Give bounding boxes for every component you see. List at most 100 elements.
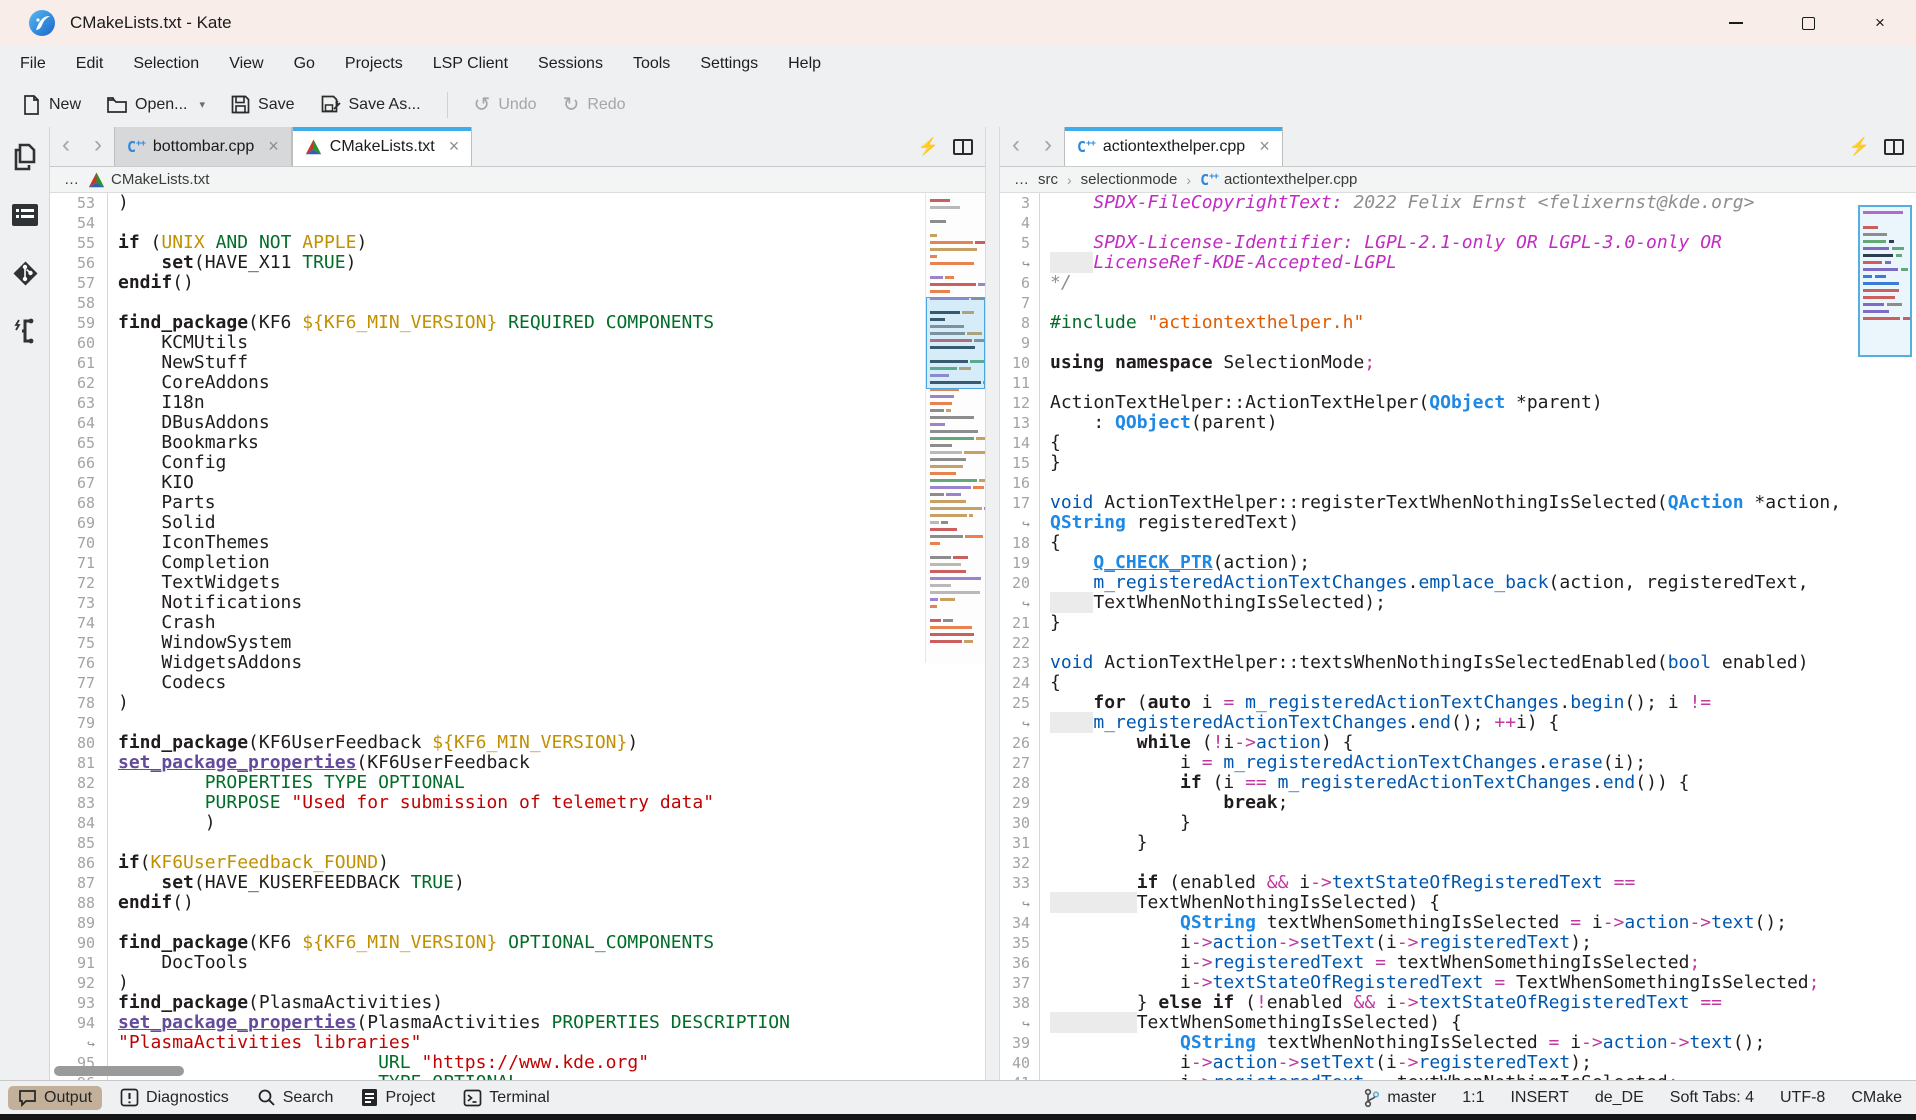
sidebar-item-git[interactable] [9,257,41,289]
project-list-icon [10,202,40,228]
code-row: 38 } else if (!enabled && i->textStateOf… [1000,993,1916,1013]
left-editor[interactable]: 53)5455if (UNIX AND NOT APPLE)56 set(HAV… [50,193,985,1080]
save-as-button[interactable]: Save As... [321,95,421,114]
left-minimap[interactable] [925,193,985,663]
menu-item-tools[interactable]: Tools [633,55,670,73]
open-button[interactable]: Open...▾ [107,96,205,114]
code-line: m_registeredActionTextChanges.end(); ++i… [1040,713,1559,733]
left-history-forward-icon[interactable]: › [82,127,114,166]
line-number: 53 [50,193,108,213]
status-cmake[interactable]: CMake [1851,1089,1902,1107]
code-row: 20 m_registeredActionTextChanges.emplace… [1000,573,1916,593]
line-number: 66 [50,453,108,473]
split-view-icon[interactable] [1884,139,1904,155]
tab-actiontexthelper-cpp[interactable]: C++actiontexthelper.cpp× [1064,127,1283,166]
close-icon[interactable]: × [268,136,279,157]
undo-button[interactable]: ↺Undo [474,95,537,115]
status-toolview-label: Terminal [489,1089,549,1107]
close-button[interactable]: × [1844,0,1916,46]
menu-item-go[interactable]: Go [294,55,315,73]
menu-item-edit[interactable]: Edit [76,55,104,73]
code-line: set_package_properties(PlasmaActivities … [108,1013,790,1033]
menu-item-projects[interactable]: Projects [345,55,403,73]
right-crumb-[interactable]: … [1014,171,1029,188]
status-1-1[interactable]: 1:1 [1462,1089,1484,1107]
menu-item-help[interactable]: Help [788,55,821,73]
minimize-button[interactable] [1700,0,1772,46]
line-number: ↪ [1000,713,1040,733]
tab-bottombar-cpp[interactable]: C++bottombar.cpp× [114,127,292,166]
code-line: SPDX-FileCopyrightText: 2022 Felix Ernst… [1040,193,1754,213]
line-number: 20 [1000,573,1040,593]
split-view-icon[interactable] [953,139,973,155]
code-line: { [1040,533,1061,553]
left-history-back-icon[interactable]: ‹ [50,127,82,166]
right-crumb-selectionmode[interactable]: selectionmode [1081,171,1178,188]
status-toolview-search[interactable]: Search [247,1085,344,1110]
symbols-icon [11,316,39,346]
right-crumb-actiontexthelper-cpp[interactable]: C++actiontexthelper.cpp [1200,171,1357,189]
menu-item-sessions[interactable]: Sessions [538,55,603,73]
menu-item-lsp-client[interactable]: LSP Client [433,55,508,73]
status-insert[interactable]: INSERT [1510,1089,1568,1107]
code-line: } [1040,613,1061,633]
code-row: 78) [50,693,985,713]
right-history-forward-icon[interactable]: › [1032,127,1064,166]
menu-item-file[interactable]: File [20,55,46,73]
maximize-button[interactable] [1772,0,1844,46]
project-doc-icon [361,1088,378,1107]
close-icon[interactable]: × [1259,136,1270,157]
menu-item-settings[interactable]: Settings [700,55,758,73]
tab-cmakelists-txt[interactable]: CMakeLists.txt× [292,127,472,166]
left-crumb-[interactable]: … [64,171,79,188]
quick-open-icon[interactable]: ⚡ [918,137,939,157]
right-editor[interactable]: 3 SPDX-FileCopyrightText: 2022 Felix Ern… [1000,193,1916,1080]
code-line: TextWhenSomethingIsSelected) { [1040,1013,1462,1033]
status-utf-8[interactable]: UTF-8 [1780,1089,1825,1107]
line-number: 3 [1000,193,1040,213]
pane-splitter[interactable] [985,127,1000,1080]
crumb-label: actiontexthelper.cpp [1224,171,1357,188]
redo-button[interactable]: ↻Redo [563,95,626,115]
right-crumb-src[interactable]: src [1038,171,1058,188]
status-toolview-project[interactable]: Project [351,1085,445,1110]
left-crumb-cmakelists-txt[interactable]: CMakeLists.txt [88,171,209,188]
status-toolview-terminal[interactable]: Terminal [453,1086,559,1110]
crumb-label: src [1038,171,1058,188]
menu-item-view[interactable]: View [229,55,263,73]
status-master[interactable]: master [1363,1088,1436,1108]
status-toolview-diagnostics[interactable]: Diagnostics [110,1085,239,1110]
new-button[interactable]: New [22,95,81,115]
code-line: Q_CHECK_PTR(action); [1040,553,1310,573]
right-minimap[interactable] [1858,205,1912,357]
quick-open-icon[interactable]: ⚡ [1849,137,1870,157]
status-de-de[interactable]: de_DE [1595,1089,1644,1107]
speech-bubble-icon [18,1089,37,1107]
close-icon[interactable]: × [449,136,460,157]
left-horizontal-scrollbar[interactable] [54,1066,184,1076]
code-line: NewStuff [108,353,248,373]
code-line: */ [1040,273,1072,293]
new-label: New [49,96,81,114]
main-area: ‹›C++bottombar.cpp×CMakeLists.txt×⚡ …CMa… [0,127,1916,1080]
save-button[interactable]: Save [231,95,294,114]
code-row: 60 KCMUtils [50,333,985,353]
menu-item-selection[interactable]: Selection [133,55,199,73]
status-toolview-output[interactable]: Output [8,1086,102,1110]
line-number: 36 [1000,953,1040,973]
code-row: 17void ActionTextHelper::registerTextWhe… [1000,493,1916,513]
right-history-back-icon[interactable]: ‹ [1000,127,1032,166]
documents-icon [10,142,40,172]
sidebar-item-documents[interactable] [9,141,41,173]
code-row: 92) [50,973,985,993]
sidebar-item-symbols[interactable] [9,315,41,347]
code-row: 83 PURPOSE "Used for submission of telem… [50,793,985,813]
chevron-down-icon[interactable]: ▾ [200,98,206,111]
line-number: 34 [1000,913,1040,933]
code-line: "PlasmaActivities libraries" [108,1033,421,1053]
line-number: 18 [1000,533,1040,553]
minimap-viewport[interactable] [926,297,985,389]
code-line: #include "actiontexthelper.h" [1040,313,1364,333]
sidebar-item-project-list[interactable] [9,199,41,231]
status-soft-tabs-4[interactable]: Soft Tabs: 4 [1670,1089,1754,1107]
